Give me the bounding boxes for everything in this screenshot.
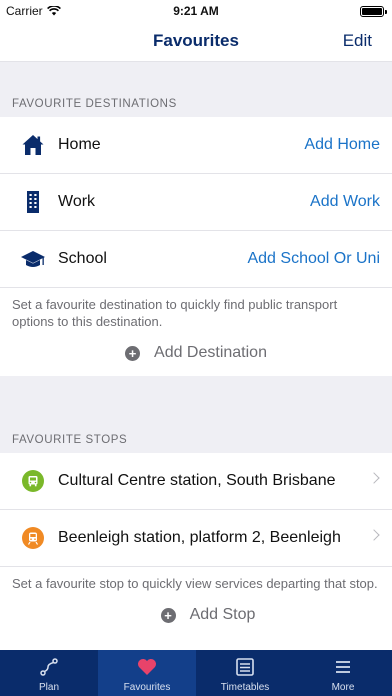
bus-stop-badge: [20, 468, 46, 494]
plus-circle-icon: +: [125, 345, 141, 361]
tab-label: Plan: [38, 682, 59, 693]
destination-row-work[interactable]: Work Add Work: [0, 174, 392, 231]
train-stop-badge: [20, 525, 46, 551]
add-home-button[interactable]: Add Home: [304, 136, 380, 154]
tab-favourites[interactable]: Favourites: [98, 650, 196, 696]
chevron-right-icon: [368, 529, 380, 541]
add-destination-button[interactable]: + Add Destination: [0, 330, 392, 376]
destinations-list: Home Add Home Work Add Work School Add S…: [0, 117, 392, 376]
building-icon: [20, 189, 46, 215]
page-title: Favourites: [153, 31, 239, 50]
add-stop-button[interactable]: + Add Stop: [24, 592, 392, 638]
tab-more[interactable]: More: [294, 650, 392, 696]
plus-circle-icon: +: [160, 607, 176, 623]
add-stop-label: Add Stop: [189, 606, 256, 623]
tab-timetables[interactable]: Timetables: [196, 650, 294, 696]
status-bar: Carrier 9:21 AM: [0, 0, 392, 22]
stop-label: Beenleigh station, platform 2, Beenleigh: [58, 529, 341, 546]
destination-label: Work: [58, 193, 96, 210]
destinations-hint: Set a favourite destination to quickly f…: [12, 297, 338, 329]
stops-section-header: FAVOURITE STOPS: [12, 434, 128, 446]
status-time: 9:21 AM: [173, 4, 219, 18]
destination-label: Home: [58, 136, 101, 153]
tab-plan[interactable]: Plan: [0, 650, 98, 696]
stop-row[interactable]: Cultural Centre station, South Brisbane: [0, 453, 392, 510]
destination-row-school[interactable]: School Add School Or Uni: [0, 231, 392, 288]
stops-hint: Set a favourite stop to quickly view ser…: [12, 576, 378, 591]
add-school-button[interactable]: Add School Or Uni: [247, 250, 380, 268]
tab-bar: Plan Favourites Timetables More: [0, 650, 392, 696]
stops-list: Cultural Centre station, South Brisbane …: [0, 453, 392, 650]
edit-button[interactable]: Edit: [343, 31, 372, 51]
heart-icon: [137, 657, 157, 677]
train-icon: [22, 527, 44, 549]
stop-label: Cultural Centre station, South Brisbane: [58, 472, 336, 489]
bus-icon: [22, 470, 44, 492]
tab-label: Timetables: [220, 682, 270, 693]
graduation-cap-icon: [20, 246, 46, 272]
add-destination-label: Add Destination: [154, 344, 267, 361]
add-work-button[interactable]: Add Work: [310, 193, 380, 211]
tab-label: More: [331, 682, 355, 693]
stop-row[interactable]: Beenleigh station, platform 2, Beenleigh: [0, 510, 392, 567]
tab-label: Favourites: [123, 682, 171, 693]
timetable-icon: [235, 657, 255, 677]
route-icon: [39, 657, 59, 677]
destinations-section-header: FAVOURITE DESTINATIONS: [12, 98, 177, 110]
chevron-right-icon: [368, 472, 380, 484]
navigation-bar: Favourites Edit: [0, 22, 392, 62]
destination-row-home[interactable]: Home Add Home: [0, 117, 392, 174]
destination-label: School: [58, 250, 107, 267]
menu-icon: [333, 657, 353, 677]
battery-icon: [360, 6, 387, 17]
home-icon: [20, 132, 46, 158]
